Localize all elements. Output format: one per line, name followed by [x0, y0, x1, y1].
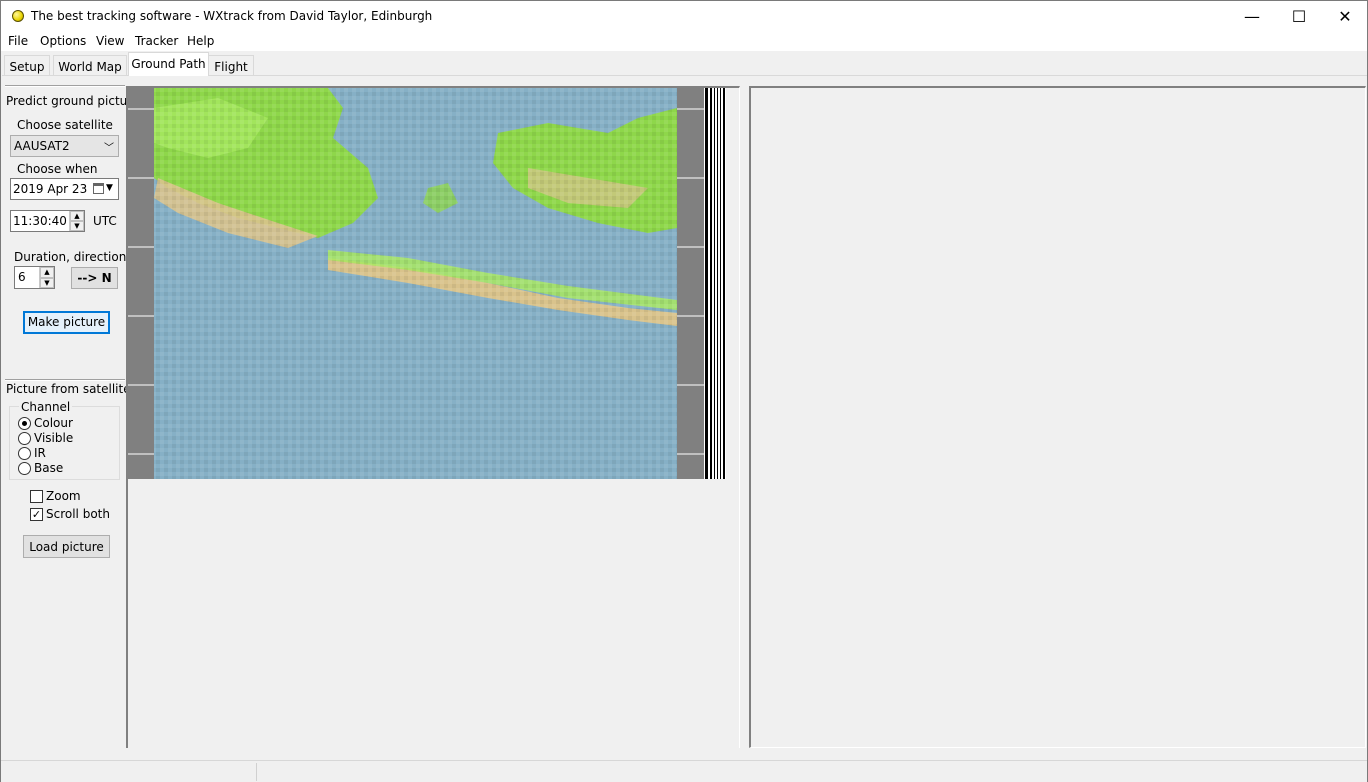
duration-direction-label: Duration, direction — [14, 250, 127, 264]
divider — [5, 379, 125, 381]
tab-strip: Setup World Map Ground Path Flight — [1, 52, 1367, 76]
zoom-checkbox[interactable] — [30, 490, 43, 503]
duration-spin-up-icon[interactable]: ▲ — [40, 267, 54, 278]
satellite-select[interactable]: AAUSAT2 ﹀ — [10, 135, 119, 157]
time-value: 11:30:40 — [13, 214, 67, 228]
ground-path-panel[interactable] — [749, 86, 1366, 748]
radio-visible[interactable] — [18, 432, 31, 445]
divider — [5, 85, 125, 87]
title-bar[interactable]: The best tracking software - WXtrack fro… — [1, 1, 1367, 32]
time-spin-down-icon[interactable]: ▼ — [70, 221, 84, 231]
left-control-panel: Predict ground picture Choose satellite … — [3, 85, 139, 750]
tab-flight[interactable]: Flight — [208, 55, 254, 76]
dropdown-arrow-icon[interactable]: ▼ — [106, 183, 113, 193]
duration-spin-down-icon[interactable]: ▼ — [40, 277, 54, 288]
radio-visible-label[interactable]: Visible — [34, 431, 73, 445]
duration-field[interactable]: 6 ▲ ▼ — [14, 266, 55, 289]
menu-file[interactable]: File — [8, 34, 28, 48]
status-bar — [1, 760, 1367, 782]
direction-button[interactable]: --> N — [71, 267, 118, 289]
tab-world-map[interactable]: World Map — [53, 55, 127, 76]
menu-help[interactable]: Help — [187, 34, 214, 48]
radio-base[interactable] — [18, 462, 31, 475]
tab-ground-path[interactable]: Ground Path — [128, 52, 209, 76]
status-pane-1 — [3, 763, 257, 781]
time-spin-up-icon[interactable]: ▲ — [70, 211, 84, 221]
radio-base-label[interactable]: Base — [34, 461, 63, 475]
satellite-image-svg — [128, 88, 726, 479]
choose-satellite-label: Choose satellite — [17, 118, 113, 132]
time-field[interactable]: 11:30:40 ▲ ▼ — [10, 210, 85, 232]
radio-colour[interactable] — [18, 417, 31, 430]
minimize-button[interactable]: — — [1229, 1, 1275, 32]
make-picture-button[interactable]: Make picture — [23, 311, 110, 334]
maximize-button[interactable]: ☐ — [1276, 1, 1322, 32]
predict-section-title: Predict ground picture — [6, 94, 140, 108]
chevron-down-icon: ﹀ — [104, 143, 114, 154]
date-picker[interactable]: 2019 Apr 23 ▼ — [10, 178, 119, 200]
scroll-both-label[interactable]: Scroll both — [46, 507, 110, 521]
utc-label: UTC — [93, 214, 117, 228]
menu-options[interactable]: Options — [40, 34, 86, 48]
scroll-both-checkbox[interactable]: ✓ — [30, 508, 43, 521]
duration-spinner: ▲ ▼ — [39, 267, 54, 288]
duration-value: 6 — [18, 270, 26, 284]
satellite-picture[interactable] — [128, 88, 726, 479]
app-globe-icon — [12, 10, 24, 22]
radio-colour-label[interactable]: Colour — [34, 416, 73, 430]
app-window: The best tracking software - WXtrack fro… — [0, 0, 1368, 782]
calendar-icon[interactable] — [93, 183, 104, 194]
radio-ir-label[interactable]: IR — [34, 446, 46, 460]
close-button[interactable]: ✕ — [1322, 1, 1368, 32]
window-title: The best tracking software - WXtrack fro… — [31, 9, 433, 23]
time-spinner: ▲ ▼ — [69, 211, 84, 231]
channel-group-label: Channel — [19, 400, 73, 414]
radio-ir[interactable] — [18, 447, 31, 460]
menu-bar: File Options View Tracker Help — [1, 32, 1367, 51]
choose-when-label: Choose when — [17, 162, 98, 176]
date-value: 2019 Apr 23 — [13, 182, 88, 196]
zoom-label[interactable]: Zoom — [46, 489, 81, 503]
menu-view[interactable]: View — [96, 34, 124, 48]
tab-setup[interactable]: Setup — [4, 55, 50, 76]
menu-tracker[interactable]: Tracker — [135, 34, 178, 48]
picture-section-title: Picture from satellite — [6, 382, 131, 396]
load-picture-button[interactable]: Load picture — [23, 535, 110, 558]
satellite-select-value: AAUSAT2 — [14, 139, 70, 153]
